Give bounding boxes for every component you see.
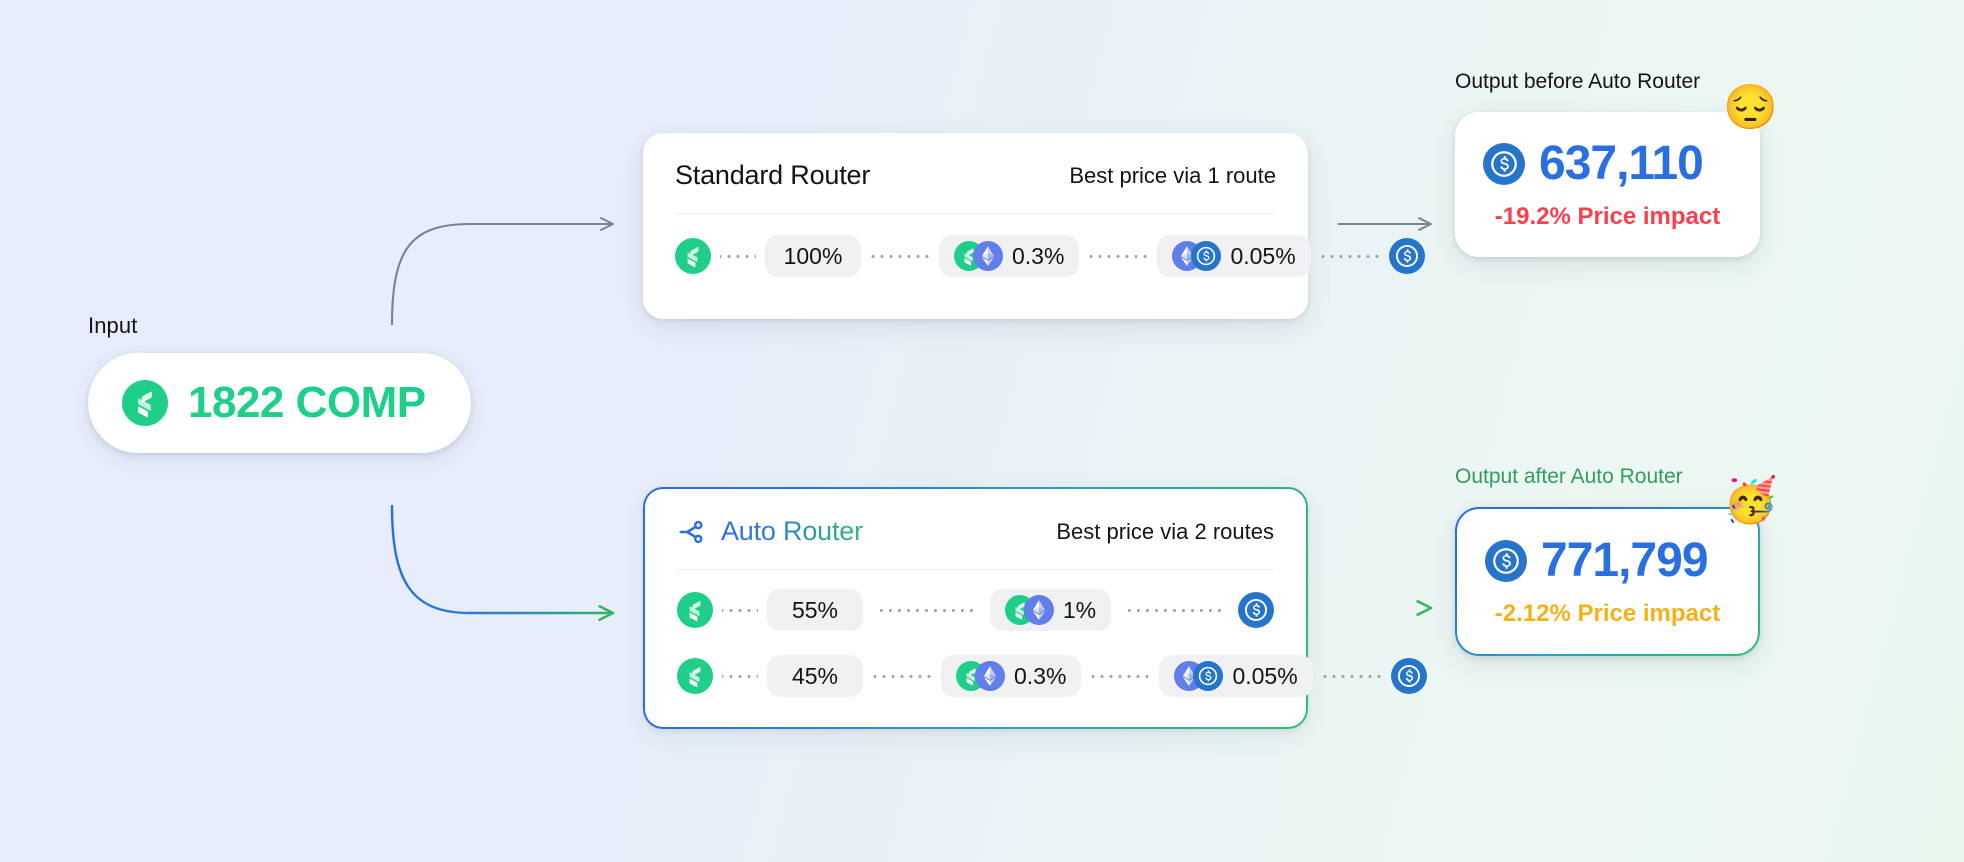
arrow-input-to-auto xyxy=(390,504,615,621)
partying-face-emoji: 🥳 xyxy=(1723,476,1778,525)
token-pair-icons xyxy=(1174,661,1224,691)
standard-router-header: Standard Router Best price via 1 route xyxy=(643,133,1308,191)
auto-router-routes: 55% 1% 45% 0.3% 0.05% xyxy=(645,582,1427,704)
route-hop-pill[interactable]: 0.05% xyxy=(1159,655,1313,697)
token-pair-icons xyxy=(1004,595,1054,625)
auto-router-card[interactable]: Auto Router Best price via 2 routes 55% xyxy=(643,487,1427,729)
usdc-token-icon xyxy=(1388,238,1425,274)
output-after-price-impact: -2.12% Price impact xyxy=(1494,600,1721,627)
output-after-amount: 771,799 xyxy=(1541,534,1709,587)
route-dots xyxy=(720,254,756,258)
usdc-token-icon xyxy=(1238,592,1274,628)
output-before-amount-row: 637,110 xyxy=(1455,136,1760,191)
route-hop-fee: 0.05% xyxy=(1230,242,1296,269)
comp-token-icon xyxy=(122,380,168,426)
share-split-icon xyxy=(677,517,707,547)
route-dots xyxy=(1088,254,1149,258)
eth-token-icon xyxy=(973,241,1003,271)
standard-router-routes: 100% 0.3% 0.05% xyxy=(643,228,1425,284)
route-hop-pill[interactable]: 0.05% xyxy=(1157,235,1311,277)
route-dots xyxy=(1319,254,1380,258)
route-hop-pill[interactable]: 1% xyxy=(989,589,1112,631)
route-dots xyxy=(722,674,758,678)
route-row: 100% 0.3% 0.05% xyxy=(675,228,1425,284)
table-row: 55% 1% xyxy=(677,582,1274,638)
standard-router-divider xyxy=(675,213,1276,214)
usdc-token-icon xyxy=(1191,241,1222,271)
output-after-card[interactable]: 🥳 771,799 -2.12% Price impact xyxy=(1455,479,1778,656)
input-label: Input xyxy=(88,313,138,338)
output-before-price-impact: -19.2% Price impact xyxy=(1494,203,1721,230)
arrow-input-to-standard xyxy=(390,217,614,326)
route-hop-fee: 0.3% xyxy=(1012,242,1065,269)
route-hop-fee: 0.3% xyxy=(1014,662,1067,689)
pensive-face-emoji: 😔 xyxy=(1723,83,1778,132)
route-dots xyxy=(722,608,758,612)
route-share-pill: 45% xyxy=(767,655,863,697)
table-row: 45% 0.3% 0.05% xyxy=(677,648,1427,704)
output-after-label: Output after Auto Router xyxy=(1455,465,1683,488)
usdc-token-icon xyxy=(1483,142,1525,185)
token-pair-icons xyxy=(954,241,1003,271)
route-dots xyxy=(1122,608,1227,612)
route-hop-fee: 1% xyxy=(1062,596,1097,623)
input-block: Input 1822 COMP xyxy=(88,313,471,453)
input-amount: 1822 COMP xyxy=(188,378,426,427)
comp-token-icon xyxy=(677,658,713,694)
route-hop-pill[interactable]: 0.3% xyxy=(941,655,1082,697)
comp-token-icon xyxy=(675,238,711,274)
auto-router-title-group: Auto Router xyxy=(677,516,863,547)
usdc-token-icon xyxy=(1485,539,1527,582)
diagram-stage: Input 1822 COMP Standard Router Best pri… xyxy=(0,0,1964,862)
auto-router-divider xyxy=(677,569,1274,570)
standard-router-subtitle: Best price via 1 route xyxy=(1069,162,1276,188)
token-pair-icons xyxy=(956,661,1005,691)
route-share-pill: 55% xyxy=(767,589,863,631)
route-share-pill: 100% xyxy=(765,235,861,277)
auto-router-subtitle: Best price via 2 routes xyxy=(1056,518,1274,544)
route-dots xyxy=(1321,674,1382,678)
usdc-token-icon xyxy=(1390,658,1427,694)
output-before-label: Output before Auto Router xyxy=(1455,70,1701,93)
auto-router-header: Auto Router Best price via 2 routes xyxy=(645,489,1306,547)
output-after-block: Output after Auto Router 🥳 771,799 -2.12… xyxy=(1455,465,1778,656)
route-hop-pill[interactable]: 0.3% xyxy=(939,235,1080,277)
usdc-token-icon xyxy=(1193,661,1224,691)
route-dots xyxy=(872,674,932,678)
standard-router-title: Standard Router xyxy=(675,160,871,190)
standard-router-card[interactable]: Standard Router Best price via 1 route 1… xyxy=(643,133,1425,319)
token-pair-icons xyxy=(1172,241,1222,271)
eth-token-icon xyxy=(1023,595,1054,625)
output-before-block: Output before Auto Router 😔 637,110 -19.… xyxy=(1455,70,1778,257)
output-after-amount-row: 771,799 xyxy=(1457,533,1758,588)
output-before-card[interactable]: 😔 637,110 -19.2% Price impact xyxy=(1455,86,1778,257)
route-dots xyxy=(874,608,979,612)
input-card[interactable]: 1822 COMP xyxy=(88,353,471,453)
auto-router-title: Auto Router xyxy=(721,516,863,546)
comp-token-icon xyxy=(677,592,713,628)
eth-token-icon xyxy=(975,661,1005,691)
route-hop-fee: 0.05% xyxy=(1232,662,1298,689)
route-dots xyxy=(1090,674,1151,678)
output-before-amount: 637,110 xyxy=(1539,137,1704,190)
route-dots xyxy=(870,254,930,258)
